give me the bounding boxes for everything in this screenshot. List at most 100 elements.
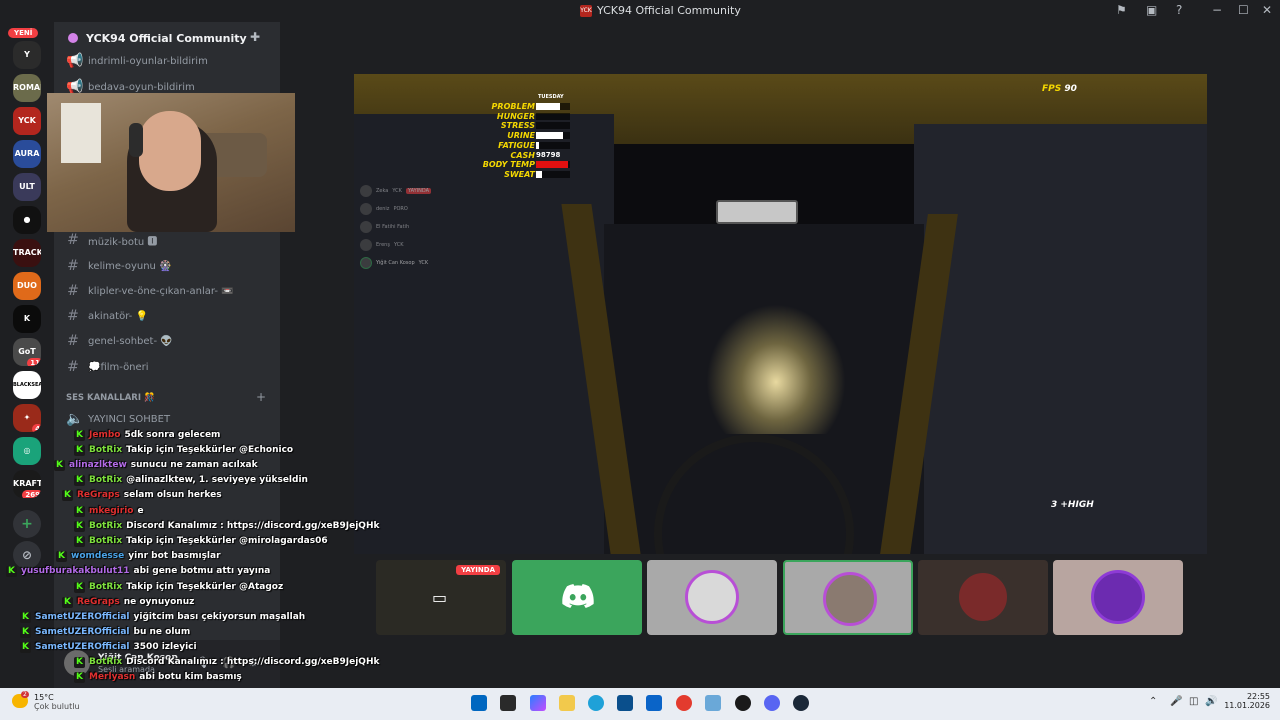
channel-akinator[interactable]: # akinatör- 💡 bbox=[62, 305, 272, 327]
server-label: TRACK bbox=[13, 248, 41, 257]
server-duo[interactable]: DUO bbox=[13, 272, 41, 300]
add-server-button[interactable]: + bbox=[13, 510, 41, 538]
live-badge: YAYINDA bbox=[405, 188, 432, 194]
invite-icon[interactable]: ✚ bbox=[250, 30, 260, 44]
server-yck94[interactable]: YCK bbox=[13, 107, 41, 135]
stream-tile-live[interactable]: YAYINDA ▭ bbox=[376, 560, 506, 635]
weather-widget[interactable]: 15°C Çok bulutlu bbox=[34, 693, 80, 711]
hud-stat-bar bbox=[536, 132, 570, 140]
task-view-icon[interactable] bbox=[500, 695, 516, 711]
stream-tile-discord[interactable] bbox=[512, 560, 642, 635]
channel-klipler[interactable]: # klipler-ve-öne-çıkan-anlar- 📼 bbox=[62, 280, 272, 302]
participant-tile-speaking[interactable] bbox=[783, 560, 913, 635]
weather-desc: Çok bulutlu bbox=[34, 702, 80, 711]
notification-badge: 11 bbox=[27, 358, 41, 366]
headset-icon bbox=[129, 123, 143, 157]
avatar bbox=[1091, 570, 1145, 624]
server-green[interactable]: ◎ bbox=[13, 437, 41, 465]
server-aura[interactable]: AURA bbox=[13, 140, 41, 168]
server-y[interactable]: Y bbox=[13, 41, 41, 69]
game-stream-view[interactable]: TUESDAY PROBLEM HUNGER STRESS URINE FATIGUE C… bbox=[354, 74, 1207, 554]
settings-app-icon[interactable] bbox=[705, 695, 721, 711]
discord-taskbar-icon[interactable] bbox=[764, 695, 780, 711]
server-track[interactable]: TRACK bbox=[13, 239, 41, 267]
window-title: YCK YCK94 Official Community bbox=[580, 4, 741, 17]
channel-label: akinatör- 💡 bbox=[88, 310, 148, 322]
add-channel-icon[interactable]: + bbox=[256, 390, 266, 404]
server-kick[interactable]: K bbox=[13, 305, 41, 333]
server-roman[interactable]: ROMAN bbox=[13, 74, 41, 102]
server-label: BLACKSEA bbox=[13, 382, 41, 388]
hash-icon: # bbox=[67, 258, 79, 274]
server-ultimate[interactable]: ULT bbox=[13, 173, 41, 201]
hud-stat-bar bbox=[536, 112, 570, 120]
truck-left-door bbox=[354, 114, 614, 554]
settings-icon[interactable]: ⚙ bbox=[248, 656, 258, 669]
window-title-text: YCK94 Official Community bbox=[597, 4, 741, 17]
avatar bbox=[360, 239, 372, 251]
chevron-up-icon[interactable]: ⌃ bbox=[1149, 696, 1157, 707]
file-explorer-icon[interactable] bbox=[559, 695, 575, 711]
store-icon[interactable] bbox=[617, 695, 633, 711]
hud-stat-label: CASH bbox=[510, 150, 535, 160]
obs-icon[interactable] bbox=[735, 695, 751, 711]
microphone-tray-icon[interactable]: 🎤 bbox=[1170, 696, 1182, 707]
hud-stat-row: STRESS bbox=[479, 121, 571, 130]
channel-label: klipler-ve-öne-çıkan-anlar- 📼 bbox=[88, 285, 234, 297]
copilot-icon[interactable] bbox=[530, 695, 546, 711]
edge-icon[interactable] bbox=[588, 695, 604, 711]
channel-label: bedava-oyun-bildirim bbox=[88, 81, 195, 93]
steam-icon[interactable] bbox=[793, 695, 809, 711]
start-icon[interactable] bbox=[471, 695, 487, 711]
participant-tile[interactable] bbox=[647, 560, 777, 635]
server-label: K bbox=[23, 314, 31, 323]
hud-stat-row: PROBLEM bbox=[479, 102, 571, 111]
channel-genel-sohbet[interactable]: # genel-sohbet- 👽 bbox=[62, 330, 272, 352]
channel-label: indrimli-oyunlar-bildirim bbox=[88, 55, 208, 67]
minimize-button[interactable]: − bbox=[1212, 3, 1222, 17]
server-dark[interactable]: ● bbox=[13, 206, 41, 234]
server-label: ULT bbox=[19, 182, 35, 191]
clock[interactable]: 22:55 11.01.2026 bbox=[1222, 692, 1270, 710]
avatar[interactable] bbox=[64, 650, 90, 676]
server-kraft[interactable]: KRAFT 269 bbox=[13, 470, 41, 498]
help-icon[interactable]: ? bbox=[1176, 3, 1182, 17]
hash-icon: # bbox=[67, 232, 79, 248]
outlook-icon[interactable] bbox=[646, 695, 662, 711]
participant-tile[interactable] bbox=[1053, 560, 1183, 635]
hud-stat-row: CASH 98798 bbox=[479, 151, 571, 160]
server-got[interactable]: GoT 11 bbox=[13, 338, 41, 366]
clock-date: 11.01.2026 bbox=[1224, 701, 1270, 710]
channel-film-oneri[interactable]: # 💭film-öneri bbox=[62, 356, 272, 378]
chrome-icon[interactable] bbox=[676, 695, 692, 711]
hud-stat-label: HUNGER bbox=[496, 111, 535, 121]
channel-kelime-oyunu[interactable]: # kelime-oyunu 🎡 bbox=[62, 255, 272, 277]
app-icon: YCK bbox=[580, 4, 592, 17]
avatar bbox=[360, 203, 372, 215]
gear-indicator: 3 +HIGH bbox=[1051, 500, 1094, 510]
category-voice-channels[interactable]: SES KANALLARI 🎊 bbox=[66, 393, 155, 403]
avatar bbox=[685, 570, 739, 624]
close-button[interactable]: ✕ bbox=[1262, 3, 1272, 17]
headphones-icon[interactable]: 🎧 bbox=[222, 656, 236, 669]
webcam-overlay bbox=[47, 93, 295, 232]
hud-stat-row: BODY TEMP bbox=[479, 160, 571, 169]
hud-stat-fill bbox=[536, 103, 560, 110]
server-fire[interactable]: ✦ 4 bbox=[13, 404, 41, 432]
wifi-icon[interactable]: ◫ bbox=[1189, 696, 1198, 707]
user-panel: Yiğit Can Kosop Sesli aramada 🎙 🎧 ⚙ bbox=[54, 640, 280, 688]
server-blacksea[interactable]: BLACKSEA bbox=[13, 371, 41, 399]
discover-button[interactable]: ⊘ bbox=[13, 541, 41, 569]
volume-icon[interactable]: 🔊 bbox=[1205, 696, 1217, 707]
new-badge: YENİ bbox=[8, 28, 39, 38]
notification-badge: 269 bbox=[22, 490, 41, 498]
microphone-icon[interactable]: 🎙 bbox=[196, 656, 210, 669]
participant-tile[interactable] bbox=[918, 560, 1048, 635]
voice-channel-yayinci[interactable]: 🔈 YAYINCI SOHBET bbox=[62, 408, 272, 430]
screen-icon[interactable]: ▣ bbox=[1146, 3, 1157, 17]
avatar bbox=[360, 221, 372, 233]
channel-indrimli[interactable]: 📢 indrimli-oyunlar-bildirim bbox=[62, 50, 272, 72]
maximize-button[interactable]: ☐ bbox=[1238, 3, 1249, 17]
channel-muzik-botu[interactable]: # müzik-botu 🅸 bbox=[62, 229, 272, 251]
flag-icon[interactable]: ⚑ bbox=[1116, 3, 1127, 17]
